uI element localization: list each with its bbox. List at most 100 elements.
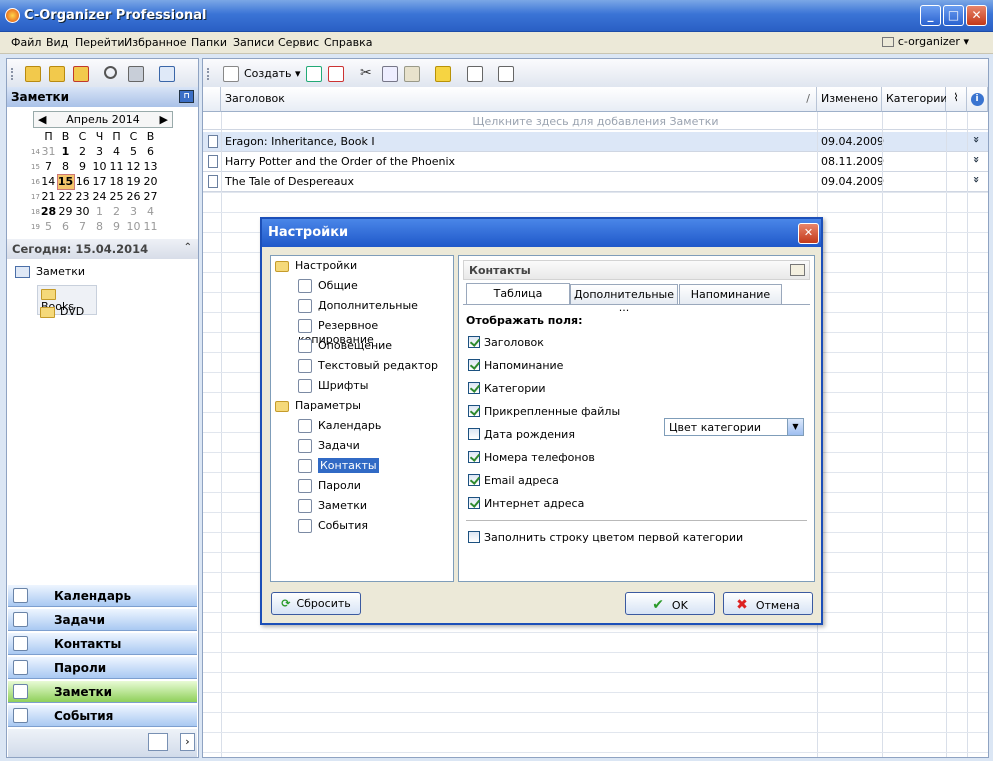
pin-icon[interactable]: ⊓ bbox=[179, 90, 194, 103]
checkbox-box[interactable] bbox=[468, 382, 480, 394]
calendar-day[interactable]: 24 bbox=[91, 189, 108, 204]
add-note-row[interactable]: Щелкните здесь для добавления Заметки bbox=[203, 112, 988, 130]
next-month-arrow-icon[interactable]: ▶ bbox=[160, 113, 168, 126]
tab-table[interactable]: Таблица bbox=[466, 283, 570, 305]
calendar-day[interactable]: 6 bbox=[57, 219, 74, 234]
today-bar[interactable]: Сегодня: 15.04.2014 ⌃ bbox=[7, 239, 198, 259]
tree-item-calendar[interactable]: Календарь bbox=[298, 419, 381, 436]
maximize-button[interactable]: □ bbox=[943, 5, 964, 26]
close-button[interactable]: ✕ bbox=[966, 5, 987, 26]
tree-group-settings[interactable]: Настройки bbox=[275, 259, 357, 276]
calendar-day[interactable]: 28 bbox=[40, 204, 57, 219]
checkbox-box[interactable] bbox=[468, 497, 480, 509]
checkbox-box[interactable] bbox=[468, 451, 480, 463]
calendar-day[interactable]: 12 bbox=[125, 159, 142, 174]
calendar-day[interactable]: 20 bbox=[142, 174, 159, 189]
field-checkbox[interactable]: Напоминание bbox=[468, 359, 563, 372]
menu-go[interactable]: Перейти bbox=[75, 36, 125, 49]
calendar-day[interactable]: 10 bbox=[125, 219, 142, 234]
table-row[interactable]: Eragon: Inheritance, Book I 09.04.2009 » bbox=[203, 132, 988, 152]
calendar-day[interactable]: 9 bbox=[108, 219, 125, 234]
calendar-day[interactable]: 6 bbox=[142, 144, 159, 159]
nav-events[interactable]: События bbox=[8, 704, 197, 727]
cut-icon[interactable]: ✂ bbox=[360, 66, 376, 82]
menu-help[interactable]: Справка bbox=[324, 36, 372, 49]
category-color-select[interactable]: Цвет категории ▼ bbox=[664, 418, 804, 436]
edit-icon[interactable] bbox=[306, 66, 322, 82]
toolbar-grip[interactable] bbox=[207, 68, 210, 80]
field-checkbox[interactable]: Прикрепленные файлы bbox=[468, 405, 620, 418]
tree-item-dvd[interactable]: DVD bbox=[40, 305, 84, 318]
paste-icon[interactable] bbox=[404, 66, 420, 82]
menu-favorites[interactable]: Избранное bbox=[124, 36, 186, 49]
calendar-day[interactable]: 8 bbox=[91, 219, 108, 234]
tree-item-notification[interactable]: Оповещение bbox=[298, 339, 392, 356]
reset-button[interactable]: ⟳ Сбросить bbox=[271, 592, 361, 615]
col-attachment[interactable]: ⌇ bbox=[946, 87, 967, 112]
calendar-day[interactable]: 25 bbox=[108, 189, 125, 204]
nav-calendar[interactable]: Календарь bbox=[8, 584, 197, 607]
calendar-day[interactable]: 18 bbox=[108, 174, 125, 189]
calendar-day[interactable]: 7 bbox=[40, 159, 57, 174]
delete-folder-icon[interactable] bbox=[73, 66, 89, 82]
menu-folders[interactable]: Папки bbox=[191, 36, 227, 49]
tree-item-passwords[interactable]: Пароли bbox=[298, 479, 361, 496]
calendar-day[interactable]: 31 bbox=[40, 144, 57, 159]
field-checkbox[interactable]: Номера телефонов bbox=[468, 451, 595, 464]
tree-item-notes[interactable]: Заметки bbox=[298, 499, 367, 516]
calendar-day[interactable]: 3 bbox=[91, 144, 108, 159]
search-icon[interactable] bbox=[104, 66, 117, 79]
calendar-day[interactable]: 2 bbox=[74, 144, 91, 159]
expand-chevron-icon[interactable]: » bbox=[970, 156, 983, 163]
toolbar-grip[interactable] bbox=[11, 68, 14, 80]
calendar-day[interactable]: 17 bbox=[91, 174, 108, 189]
calendar-day[interactable]: 26 bbox=[125, 189, 142, 204]
tree-root[interactable]: Заметки bbox=[15, 265, 85, 278]
create-button[interactable]: Создать ▾ bbox=[244, 67, 301, 80]
new-folder-icon[interactable] bbox=[49, 66, 65, 82]
calendar-day[interactable]: 23 bbox=[74, 189, 91, 204]
chevron-down-icon[interactable]: ▼ bbox=[787, 419, 803, 435]
dialog-close-button[interactable]: ✕ bbox=[798, 223, 819, 244]
tree-item-events[interactable]: События bbox=[298, 519, 368, 536]
col-info[interactable]: i bbox=[967, 87, 988, 112]
checkbox-box[interactable] bbox=[468, 359, 480, 371]
col-title[interactable]: Заголовок / bbox=[221, 87, 817, 112]
nav-passwords[interactable]: Пароли bbox=[8, 656, 197, 679]
tab-additional[interactable]: Дополнительные ... bbox=[570, 284, 678, 314]
tree-item-backup[interactable]: Резервное копирование bbox=[298, 319, 453, 346]
col-icon[interactable] bbox=[203, 87, 221, 112]
minimize-button[interactable]: _ bbox=[920, 5, 941, 26]
calendar-day[interactable]: 15 bbox=[56, 173, 75, 190]
field-checkbox[interactable]: Интернет адреса bbox=[468, 497, 584, 510]
checkbox-box[interactable] bbox=[468, 405, 480, 417]
calendar-day[interactable]: 29 bbox=[57, 204, 74, 219]
nav-notes[interactable]: Заметки bbox=[8, 680, 197, 703]
calendar-day[interactable]: 14 bbox=[40, 174, 57, 189]
calendar-day[interactable]: 19 bbox=[125, 174, 142, 189]
menu-view[interactable]: Вид bbox=[46, 36, 68, 49]
field-checkbox[interactable]: Дата рождения bbox=[468, 428, 575, 441]
col-categories[interactable]: Категории bbox=[882, 87, 948, 112]
checkbox-box[interactable] bbox=[468, 336, 480, 348]
nav-tasks[interactable]: Задачи bbox=[8, 608, 197, 631]
menu-file[interactable]: Файл bbox=[11, 36, 41, 49]
col-modified[interactable]: Изменено bbox=[817, 87, 882, 112]
expand-chevron-icon[interactable]: » bbox=[970, 176, 983, 183]
calendar-day[interactable]: 2 bbox=[108, 204, 125, 219]
tree-item-advanced-settings[interactable]: Дополнительные bbox=[298, 299, 418, 316]
prev-month-arrow-icon[interactable]: ◀ bbox=[38, 113, 46, 126]
calendar-day[interactable]: 10 bbox=[91, 159, 108, 174]
calendar-day[interactable]: 8 bbox=[57, 159, 74, 174]
calendar-day[interactable]: 11 bbox=[142, 219, 159, 234]
table-row[interactable]: The Tale of Despereaux 09.04.2009 » bbox=[203, 172, 988, 192]
calendar-day[interactable]: 4 bbox=[108, 144, 125, 159]
profile-selector[interactable]: c-organizer ▾ bbox=[881, 35, 969, 48]
chevron-right-icon[interactable]: › bbox=[180, 733, 195, 751]
expand-chevron-icon[interactable]: » bbox=[970, 136, 983, 143]
calendar-day[interactable]: 30 bbox=[74, 204, 91, 219]
menu-records[interactable]: Записи bbox=[233, 36, 274, 49]
calendar-day[interactable]: 7 bbox=[74, 219, 91, 234]
calendar-day[interactable]: 1 bbox=[91, 204, 108, 219]
tree-item-contacts[interactable]: Контакты bbox=[298, 458, 379, 476]
